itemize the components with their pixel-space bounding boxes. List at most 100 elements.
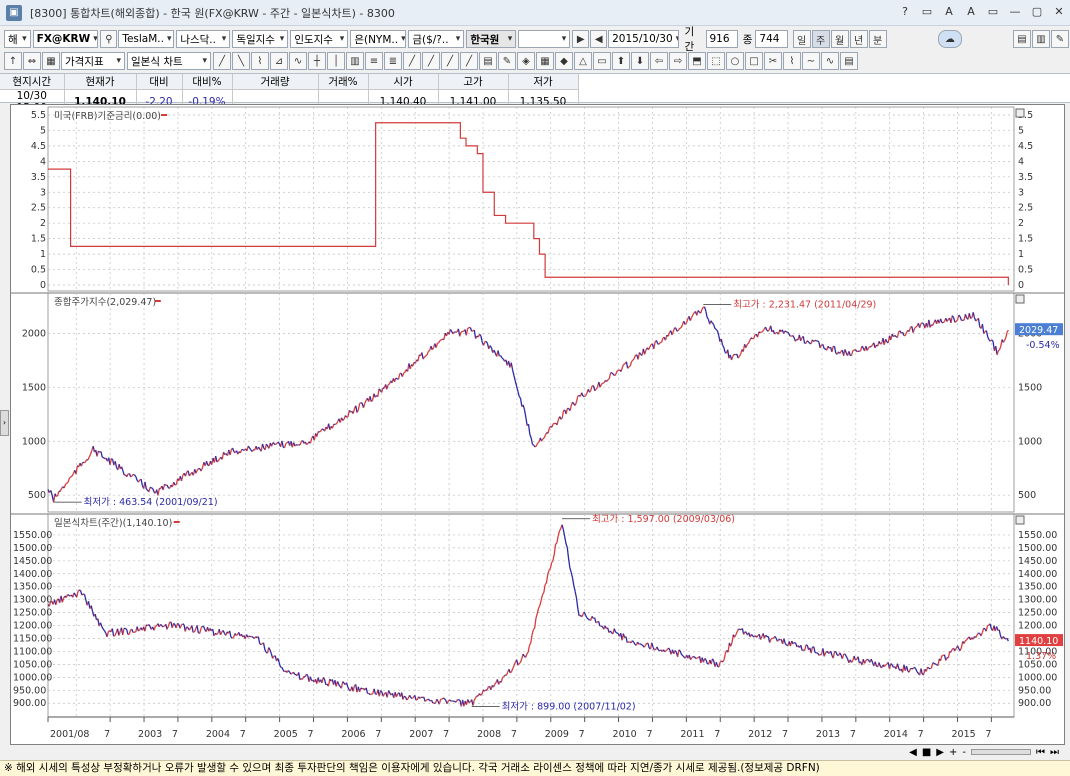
candle-1-612 [844,349,847,354]
draw-tool-icon-11[interactable]: ╱ [422,52,440,70]
draw-tool-icon-22[interactable]: ⬇ [631,52,649,70]
draw-tool-icon-18[interactable]: ◆ [555,52,573,70]
candle-2-680 [930,662,934,669]
candle-1-424 [599,384,603,388]
candle-1-384 [547,428,550,434]
draw-tool-icon-13[interactable]: ╱ [460,52,478,70]
draw-tool-icon-20[interactable]: ▭ [593,52,611,70]
prev-icon[interactable]: ◀ [590,30,608,48]
scroll-track[interactable] [971,749,1031,755]
grid-icon[interactable]: ▦ [42,52,60,70]
draw-tool-icon-8[interactable]: ≡ [365,52,383,70]
count-input[interactable]: 744 [755,30,788,48]
side-panel-toggle[interactable]: › [0,410,9,436]
period-button-3[interactable]: 년 [849,30,868,48]
scroll-right-icon[interactable]: ▶ [936,747,944,758]
symbol-combo-3[interactable]: 인도지수 [290,30,349,48]
stop-icon[interactable]: ■ [922,747,931,758]
draw-tool-icon-30[interactable]: ⌇ [783,52,801,70]
window-button-7[interactable]: ✕ [1052,4,1066,20]
draw-tool-icon-19[interactable]: △ [574,52,592,70]
window-button-4[interactable]: ▭ [986,4,1000,20]
chart-type-select[interactable]: 일본식 차트 [127,52,211,70]
draw-tool-icon-7[interactable]: ▥ [346,52,364,70]
period-button-0[interactable]: 일 [792,30,811,48]
candle-2-389 [552,554,555,561]
window-button-5[interactable]: — [1008,4,1022,20]
save-icon[interactable]: ▥ [1032,30,1050,48]
draw-tool-icon-16[interactable]: ◈ [517,52,535,70]
first-page-icon[interactable]: ⏮ [1036,747,1045,758]
draw-tool-icon-5[interactable]: ┼ [308,52,326,70]
draw-tool-icon-6[interactable]: │ [327,52,345,70]
symbol-combo-6[interactable]: 한국원 [466,30,517,48]
market-select[interactable]: 해 [4,30,31,48]
draw-tool-icon-0[interactable]: ╱ [213,52,231,70]
search-icon[interactable]: ⚲ [100,30,118,48]
candle-2-133 [219,631,223,636]
candle-1-721 [987,336,990,341]
draw-tool-icon-3[interactable]: ⊿ [270,52,288,70]
settings-icon[interactable]: ✎ [1051,30,1069,48]
draw-tool-icon-25[interactable]: ⬒ [688,52,706,70]
draw-tool-icon-15[interactable]: ✎ [498,52,516,70]
indicator-select[interactable]: 가격지표 [61,52,125,70]
draw-tool-icon-31[interactable]: ∼ [802,52,820,70]
period-button-4[interactable]: 분 [868,30,887,48]
draw-tool-icon-26[interactable]: ⬚ [707,52,725,70]
chart-area[interactable]: 2001/08 7 2003 7 2004 7 2005 7 2006 7 2007 7 2008 7 20… [10,104,1065,745]
draw-tool-icon-23[interactable]: ⇦ [650,52,668,70]
symbol-combo-4[interactable]: 은(NYM.. [350,30,407,48]
draw-tool-icon-10[interactable]: ╱ [403,52,421,70]
symbol-combo-2[interactable]: 독일지수 [232,30,289,48]
window-button-6[interactable]: ▢ [1030,4,1044,20]
chart-svg[interactable]: 2001/08 7 2003 7 2004 7 2005 7 2006 7 2007 7 2008 7 20… [11,105,1064,744]
scroll-left-icon[interactable]: ◀ [909,747,917,758]
candle-2-185 [287,670,291,673]
candle-1-292 [426,351,429,356]
candle-2-291 [425,698,429,701]
symbol-combo-0[interactable]: TeslaM.. [118,30,175,48]
draw-tool-icon-14[interactable]: ▤ [479,52,497,70]
candle-1-296 [431,347,435,351]
period-input[interactable]: 916 [705,30,738,48]
draw-tool-icon-1[interactable]: ╲ [232,52,250,70]
open-icon[interactable]: ▤ [1013,30,1031,48]
draw-tool-icon-28[interactable]: □ [745,52,763,70]
period-button-2[interactable]: 월 [830,30,849,48]
candle-1-239 [357,403,361,410]
draw-tool-icon-12[interactable]: ╱ [441,52,459,70]
draw-tool-icon-4[interactable]: ∿ [289,52,307,70]
date-input[interactable]: 2015/10/30 [608,30,680,48]
zoom-in-icon[interactable]: + [949,747,957,758]
symbol-combo-1[interactable]: 나스닥.. [176,30,231,48]
y-left-tick-1-1: 1500 [22,382,46,393]
window-button-3[interactable]: A [964,4,978,20]
draw-tool-icon-2[interactable]: ⌇ [251,52,269,70]
candle-2-216 [327,678,331,687]
draw-tool-icon-32[interactable]: ∿ [821,52,839,70]
symbol-input[interactable]: FX@KRW [32,30,99,48]
draw-tool-icon-17[interactable]: ▦ [536,52,554,70]
play-icon[interactable]: ▶ [572,30,590,48]
exchange-icon[interactable]: ⇔ [23,52,41,70]
draw-tool-icon-24[interactable]: ⇨ [669,52,687,70]
window-button-0[interactable]: ? [898,4,912,20]
draw-tool-icon-21[interactable]: ⬆ [612,52,630,70]
draw-tool-icon-27[interactable]: ○ [726,52,744,70]
window-button-1[interactable]: ▭ [920,4,934,20]
period-button-1[interactable]: 주 [811,30,830,48]
up-arrow-icon[interactable]: ↑ [4,52,22,70]
symbol-combo-5[interactable]: 금($/?.. [408,30,465,48]
candle-2-144 [234,633,237,636]
symbol-combo-7[interactable] [518,30,571,48]
candle-2-415 [586,617,589,620]
draw-tool-icon-33[interactable]: ▤ [840,52,858,70]
candle-2-25 [78,589,81,592]
window-button-2[interactable]: A [942,4,956,20]
last-page-icon[interactable]: ⏭ [1050,747,1059,758]
draw-tool-icon-29[interactable]: ✂ [764,52,782,70]
zoom-out-icon[interactable]: - [962,747,966,758]
cloud-icon[interactable]: ☁ [937,30,962,48]
draw-tool-icon-9[interactable]: ≣ [384,52,402,70]
